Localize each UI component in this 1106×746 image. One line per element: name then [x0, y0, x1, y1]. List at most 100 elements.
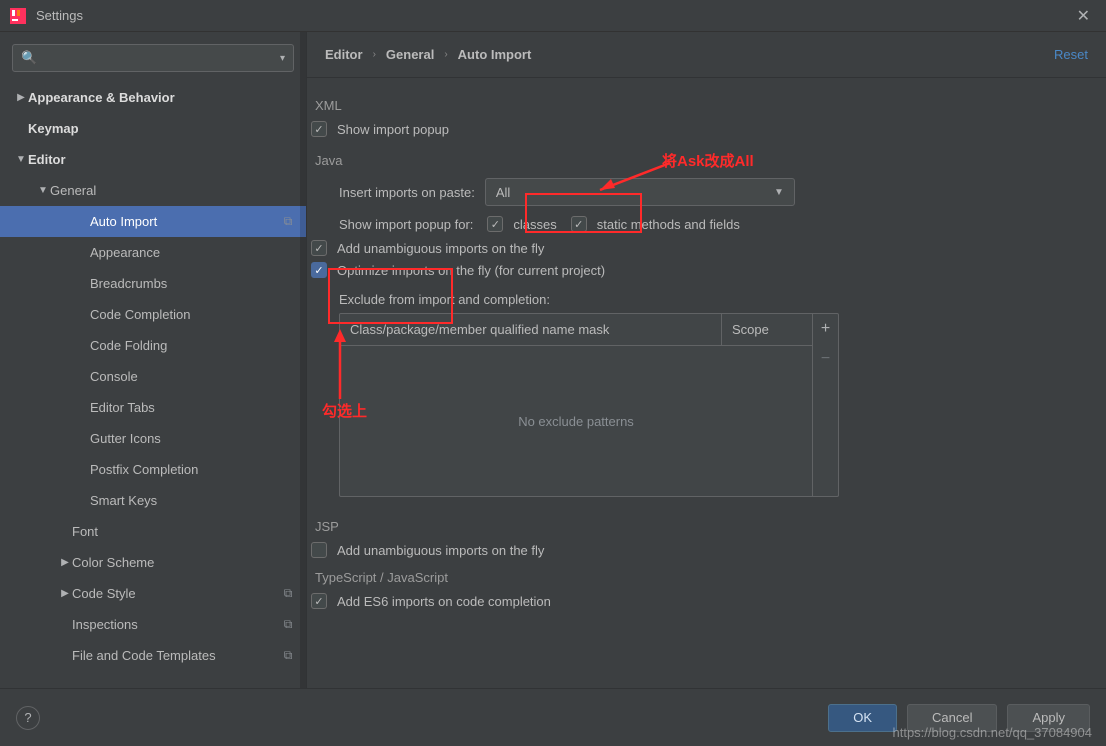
title-bar: Settings ✕ — [0, 0, 1106, 32]
sidebar-item-label: Appearance — [90, 245, 296, 260]
watermark: https://blog.csdn.net/qq_37084904 — [893, 725, 1093, 740]
exclude-col-scope: Scope — [722, 314, 812, 345]
sidebar-item-label: Editor Tabs — [90, 400, 296, 415]
search-icon: 🔍 — [21, 50, 37, 66]
sidebar-item-label: Font — [72, 524, 296, 539]
insert-imports-label: Insert imports on paste: — [339, 185, 475, 200]
search-input-wrapper[interactable]: 🔍 ▾ — [12, 44, 294, 72]
sidebar-item-appearance[interactable]: Appearance — [0, 237, 306, 268]
checkbox-icon — [311, 593, 327, 609]
sidebar-item-smart-keys[interactable]: Smart Keys — [0, 485, 306, 516]
chevron-right-icon: › — [444, 49, 447, 60]
settings-sidebar: 🔍 ▾ ▶Appearance & BehaviorKeymap▼Editor▼… — [0, 32, 307, 688]
reset-link[interactable]: Reset — [1054, 47, 1088, 62]
checkbox-icon — [311, 542, 327, 558]
sidebar-item-font[interactable]: Font — [0, 516, 306, 547]
sidebar-item-code-completion[interactable]: Code Completion — [0, 299, 306, 330]
checkbox-jsp-unambiguous[interactable]: Add unambiguous imports on the fly — [311, 542, 1088, 558]
select-value: All — [496, 185, 510, 200]
sidebar-item-label: Color Scheme — [72, 555, 296, 570]
tree-twist-icon: ▼ — [14, 154, 28, 165]
checkbox-icon — [311, 262, 327, 278]
sidebar-item-general[interactable]: ▼General — [0, 175, 306, 206]
sidebar-item-label: Code Completion — [90, 307, 296, 322]
checkbox-classes[interactable]: classes — [487, 216, 556, 232]
checkbox-icon — [571, 216, 587, 232]
settings-tree: ▶Appearance & BehaviorKeymap▼Editor▼Gene… — [0, 82, 306, 688]
checkbox-icon — [487, 216, 503, 232]
chevron-down-icon[interactable]: ▾ — [280, 53, 285, 64]
add-button[interactable]: + — [813, 314, 838, 344]
tree-twist-icon: ▶ — [58, 588, 72, 599]
crumb-auto-import: Auto Import — [458, 47, 532, 62]
chevron-right-icon: › — [373, 49, 376, 60]
sidebar-item-label: General — [50, 183, 296, 198]
insert-imports-select[interactable]: All ▼ — [485, 178, 795, 206]
scope-icon: ⧉ — [280, 586, 296, 601]
sidebar-item-inspections[interactable]: Inspections⧉ — [0, 609, 306, 640]
app-logo-icon — [10, 8, 26, 24]
window-title: Settings — [36, 8, 1071, 23]
tree-twist-icon: ▶ — [58, 557, 72, 568]
sidebar-item-label: Breadcrumbs — [90, 276, 296, 291]
sidebar-item-label: Console — [90, 369, 296, 384]
sidebar-item-editor[interactable]: ▼Editor — [0, 144, 306, 175]
sidebar-item-keymap[interactable]: Keymap — [0, 113, 306, 144]
sidebar-item-postfix-completion[interactable]: Postfix Completion — [0, 454, 306, 485]
exclude-table: Class/package/member qualified name mask… — [339, 313, 839, 497]
sidebar-item-label: Auto Import — [90, 214, 280, 229]
sidebar-item-label: Postfix Completion — [90, 462, 296, 477]
scope-icon: ⧉ — [280, 617, 296, 632]
crumb-general[interactable]: General — [386, 47, 434, 62]
checkbox-add-unambiguous[interactable]: Add unambiguous imports on the fly — [311, 240, 1088, 256]
exclude-label: Exclude from import and completion: — [339, 292, 1088, 307]
sidebar-item-console[interactable]: Console — [0, 361, 306, 392]
tree-twist-icon: ▶ — [14, 92, 28, 103]
checkbox-icon — [311, 240, 327, 256]
help-button[interactable]: ? — [16, 706, 40, 730]
scope-icon: ⧉ — [280, 214, 296, 229]
section-ts-title: TypeScript / JavaScript — [315, 570, 1088, 585]
checkbox-xml-show-popup[interactable]: Show import popup — [311, 121, 1088, 137]
sidebar-item-label: Keymap — [28, 121, 296, 136]
exclude-empty: No exclude patterns — [340, 346, 812, 496]
sidebar-item-code-folding[interactable]: Code Folding — [0, 330, 306, 361]
sidebar-item-breadcrumbs[interactable]: Breadcrumbs — [0, 268, 306, 299]
sidebar-item-label: Code Folding — [90, 338, 296, 353]
show-popup-for-label: Show import popup for: — [339, 217, 473, 232]
search-input[interactable] — [43, 51, 280, 66]
sidebar-item-label: Inspections — [72, 617, 280, 632]
show-popup-for-row: Show import popup for: classes static me… — [339, 216, 1088, 232]
sidebar-item-label: Smart Keys — [90, 493, 296, 508]
tree-twist-icon: ▼ — [36, 185, 50, 196]
section-jsp-title: JSP — [315, 519, 1088, 534]
section-xml-title: XML — [315, 98, 1088, 113]
sidebar-item-label: Editor — [28, 152, 296, 167]
sidebar-item-auto-import[interactable]: Auto Import⧉ — [0, 206, 306, 237]
scope-icon: ⧉ — [280, 648, 296, 663]
sidebar-item-file-and-code-templates[interactable]: File and Code Templates⧉ — [0, 640, 306, 671]
checkbox-es6-imports[interactable]: Add ES6 imports on code completion — [311, 593, 1088, 609]
remove-button[interactable]: − — [813, 344, 838, 374]
checkbox-statics[interactable]: static methods and fields — [571, 216, 740, 232]
sidebar-item-editor-tabs[interactable]: Editor Tabs — [0, 392, 306, 423]
sidebar-item-label: File and Code Templates — [72, 648, 280, 663]
sidebar-item-gutter-icons[interactable]: Gutter Icons — [0, 423, 306, 454]
sidebar-item-appearance-behavior[interactable]: ▶Appearance & Behavior — [0, 82, 306, 113]
sidebar-item-code-style[interactable]: ▶Code Style⧉ — [0, 578, 306, 609]
crumb-editor[interactable]: Editor — [325, 47, 363, 62]
sidebar-item-color-scheme[interactable]: ▶Color Scheme — [0, 547, 306, 578]
sidebar-item-label: Appearance & Behavior — [28, 90, 296, 105]
breadcrumb: Editor › General › Auto Import Reset — [307, 32, 1106, 78]
insert-imports-row: Insert imports on paste: All ▼ — [339, 178, 1088, 206]
settings-content: XML Show import popup Java Insert import… — [307, 78, 1106, 688]
close-icon[interactable]: ✕ — [1071, 2, 1096, 30]
exclude-col-name: Class/package/member qualified name mask — [340, 314, 722, 345]
ok-button[interactable]: OK — [828, 704, 897, 732]
checkbox-optimize-imports[interactable]: Optimize imports on the fly (for current… — [311, 262, 1088, 278]
settings-main: Editor › General › Auto Import Reset XML… — [307, 32, 1106, 688]
sidebar-item-label: Code Style — [72, 586, 280, 601]
chevron-down-icon: ▼ — [774, 187, 784, 198]
sidebar-item-label: Gutter Icons — [90, 431, 296, 446]
section-java-title: Java — [315, 153, 1088, 168]
